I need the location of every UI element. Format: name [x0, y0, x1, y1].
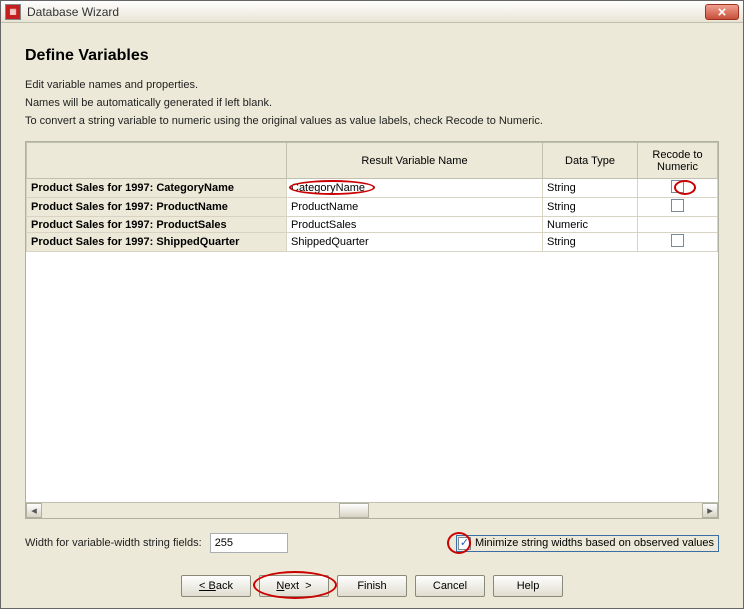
source-cell: Product Sales for 1997: CategoryName	[27, 179, 287, 198]
recode-cell[interactable]	[638, 198, 718, 217]
header-result: Result Variable Name	[287, 143, 543, 179]
variables-grid: Result Variable Name Data Type Recode to…	[25, 141, 719, 519]
back-button[interactable]: < Back	[181, 575, 251, 597]
result-name-cell[interactable]: ProductName	[287, 198, 543, 217]
button-row: < Back Next > Finish Cancel Help	[25, 575, 719, 597]
datatype-cell[interactable]: String	[543, 233, 638, 252]
scroll-track[interactable]	[42, 503, 702, 518]
minimize-widths-option[interactable]: Minimize string widths based on observed…	[456, 535, 719, 552]
help-button[interactable]: Help	[493, 575, 563, 597]
datatype-cell[interactable]: String	[543, 179, 638, 198]
table-row: Product Sales for 1997: ProductNameProdu…	[27, 198, 718, 217]
result-name-cell[interactable]: ShippedQuarter	[287, 233, 543, 252]
page-heading: Define Variables	[25, 47, 719, 65]
recode-checkbox[interactable]	[671, 234, 684, 247]
recode-checkbox[interactable]	[671, 199, 684, 212]
cancel-button[interactable]: Cancel	[415, 575, 485, 597]
source-cell: Product Sales for 1997: ProductName	[27, 198, 287, 217]
scroll-left-button[interactable]: ◂	[26, 503, 42, 518]
header-datatype: Data Type	[543, 143, 638, 179]
scroll-thumb[interactable]	[339, 503, 369, 518]
source-cell: Product Sales for 1997: ShippedQuarter	[27, 233, 287, 252]
content-area: Define Variables Edit variable names and…	[1, 23, 743, 607]
horizontal-scrollbar[interactable]: ◂ ▸	[26, 502, 718, 518]
recode-checkbox[interactable]	[671, 180, 684, 193]
recode-cell[interactable]	[638, 233, 718, 252]
window-title: Database Wizard	[27, 5, 705, 19]
recode-cell[interactable]	[638, 179, 718, 198]
close-icon	[718, 8, 726, 16]
recode-cell[interactable]	[638, 217, 718, 233]
width-input[interactable]	[210, 533, 288, 553]
header-recode: Recode to Numeric	[638, 143, 718, 179]
width-label: Width for variable-width string fields:	[25, 537, 202, 549]
header-source	[27, 143, 287, 179]
table-row: Product Sales for 1997: CategoryNameCate…	[27, 179, 718, 198]
instruction-2: Names will be automatically generated if…	[25, 97, 719, 109]
scroll-right-button[interactable]: ▸	[702, 503, 718, 518]
options-row: Width for variable-width string fields: …	[25, 533, 719, 553]
close-button[interactable]	[705, 4, 739, 20]
result-name-cell[interactable]: CategoryName	[287, 179, 543, 198]
datatype-cell[interactable]: Numeric	[543, 217, 638, 233]
variables-table: Result Variable Name Data Type Recode to…	[26, 142, 718, 252]
result-name-cell[interactable]: ProductSales	[287, 217, 543, 233]
titlebar: ▦ Database Wizard	[1, 1, 743, 23]
datatype-cell[interactable]: String	[543, 198, 638, 217]
instruction-1: Edit variable names and properties.	[25, 79, 719, 91]
next-button[interactable]: Next >	[259, 575, 329, 597]
table-row: Product Sales for 1997: ShippedQuarterSh…	[27, 233, 718, 252]
app-icon: ▦	[5, 4, 21, 20]
table-row: Product Sales for 1997: ProductSalesProd…	[27, 217, 718, 233]
source-cell: Product Sales for 1997: ProductSales	[27, 217, 287, 233]
minimize-checkbox[interactable]	[458, 537, 471, 550]
minimize-label: Minimize string widths based on observed…	[475, 537, 714, 549]
dialog-window: ▦ Database Wizard Define Variables Edit …	[0, 0, 744, 609]
finish-button[interactable]: Finish	[337, 575, 407, 597]
instruction-3: To convert a string variable to numeric …	[25, 115, 719, 127]
